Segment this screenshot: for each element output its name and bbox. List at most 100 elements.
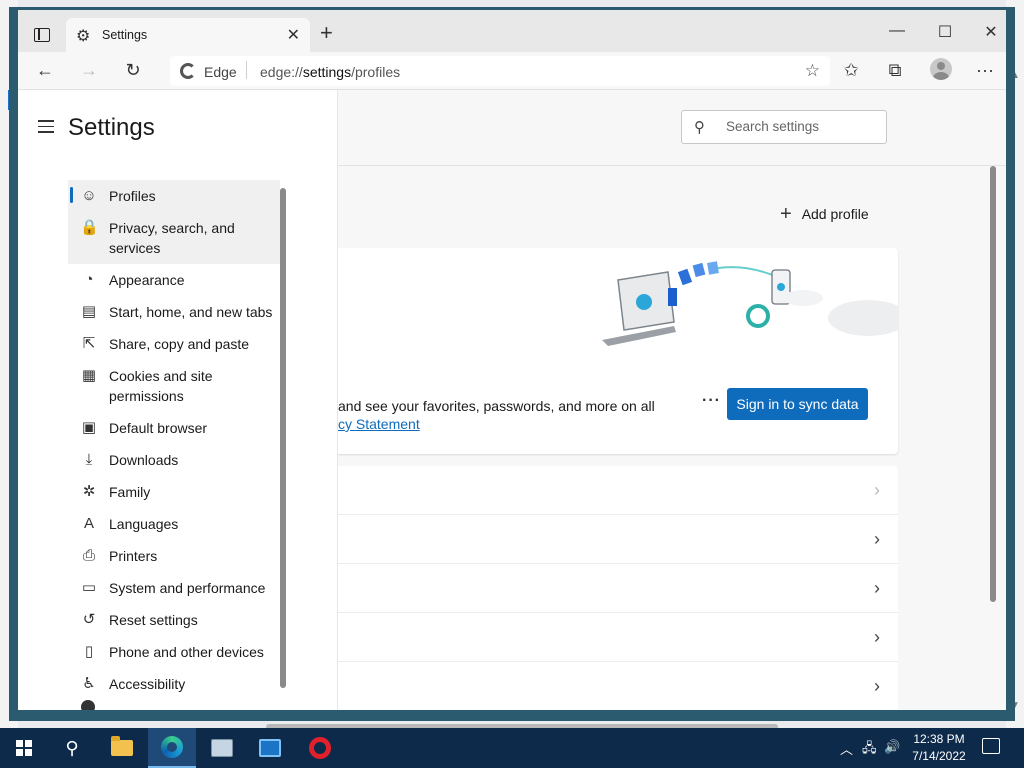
plus-icon: + [780,203,792,225]
minimize-button[interactable]: — [882,22,912,40]
edge-logo-icon [180,63,196,79]
close-tab-icon[interactable]: ✕ [287,25,300,45]
share-icon: ⇱ [82,335,96,352]
taskbar-app[interactable] [198,728,246,768]
sidebar-item-start-home-and-new-tabs[interactable]: ▤ Start, home, and new tabs [68,296,280,328]
sidebar-item-label: Downloads [109,452,179,468]
sidebar-item-label: Privacy, search, and services [109,220,235,256]
sidebar-item-profiles[interactable]: ☺ Profiles [68,180,280,212]
reset-icon: ↺ [82,611,96,628]
maximize-button[interactable]: ☐ [930,22,960,42]
cards-illustration [668,261,781,306]
sidebar-item-cookies-and-site-permissions[interactable]: ▦ Cookies and site permissions [68,360,280,412]
search-icon: ⚲ [694,119,705,136]
sidebar-item-downloads[interactable]: ⤓ Downloads [68,444,280,476]
add-profile-label: Add profile [801,206,869,222]
tab-settings[interactable]: ⚙ Settings ✕ [66,18,310,52]
taskbar-opera[interactable] [296,728,344,768]
more-options-icon[interactable]: ··· [972,60,998,80]
add-profile-button[interactable]: + Add profile [780,203,869,225]
sync-illustration [602,261,898,346]
main-header: ⚲ [338,90,1006,166]
settings-row[interactable]: › [338,466,898,515]
settings-row[interactable]: › [338,662,898,710]
taskbar-file-explorer[interactable] [98,728,146,768]
sidebar-item-family[interactable]: ✲ Family [68,476,280,508]
more-actions-button[interactable]: ··· [702,392,721,410]
partial-item-icon [81,700,95,710]
home-tabs-icon: ▤ [81,303,97,320]
sidebar-item-label: Cookies and site permissions [109,368,213,404]
laptop-illustration [602,271,676,346]
chevron-right-icon: › [874,529,880,549]
printer-icon: ⎙ [82,547,95,564]
address-bar[interactable]: Edge edge://settings/profiles ☆ [170,56,830,86]
profile-icon: ☺ [81,187,97,204]
start-button[interactable] [0,728,48,768]
menu-icon[interactable] [38,120,54,137]
sidebar-item-default-browser[interactable]: ▣ Default browser [68,412,280,444]
sidebar-item-label: Accessibility [109,676,186,692]
sidebar-item-label: Languages [109,516,179,532]
favorites-icon[interactable]: ✩ [838,60,864,80]
edge-icon [161,736,183,758]
sidebar-item-appearance[interactable]: ◔ Appearance [68,264,280,296]
languages-icon: A [83,515,94,532]
settings-row[interactable]: › [338,515,898,564]
close-window-button[interactable]: ✕ [976,22,1006,42]
url-text[interactable]: edge://settings/profiles [260,64,400,80]
settings-row[interactable]: › [338,613,898,662]
opera-icon [309,737,331,759]
notification-icon[interactable] [982,738,1000,754]
search-settings-box[interactable]: ⚲ [681,110,887,144]
lock-icon: 🔒 [80,219,99,236]
tab-actions-icon[interactable] [34,28,50,42]
sign-in-sync-button[interactable]: Sign in to sync data [727,388,868,420]
clock[interactable]: 12:38 PM 7/14/2022 [906,731,972,765]
sidebar-scrollbar[interactable] [280,188,286,688]
search-icon: ⚲ [65,737,79,758]
taskbar-search-button[interactable]: ⚲ [48,728,96,768]
taskbar: ⚲ ︿ 🖧 🔊 12:38 PM 7/14/2022 [0,728,1024,768]
profile-avatar[interactable] [930,58,952,80]
profile-card: and see your favorites, passwords, and m… [338,248,898,454]
sidebar-item-label: Reset settings [109,612,198,628]
sidebar-item-share-copy-and-paste[interactable]: ⇱ Share, copy and paste [68,328,280,360]
settings-content: ⚲ + Add profile [18,90,1006,710]
palette-icon: ◔ [84,271,94,288]
volume-icon[interactable]: 🔊 [884,739,900,755]
network-icon[interactable]: 🖧 [862,739,877,761]
show-hidden-icons-icon[interactable]: ︿ [840,739,853,758]
main-scrollbar-thumb[interactable] [990,166,996,602]
settings-sidebar: Settings ☺ Profiles 🔒 Privacy, search, and … [18,90,338,710]
sidebar-item-system-and-performance[interactable]: ▭ System and performance [68,572,280,604]
privacy-statement-link[interactable]: cy Statement [338,416,420,432]
forward-icon[interactable]: → [76,60,102,80]
browser-icon: ▣ [81,419,97,436]
refresh-icon[interactable]: ↻ [120,60,146,80]
download-icon: ⤓ [85,451,93,468]
system-icon: ▭ [81,579,97,596]
sidebar-item-privacy-search-and-services[interactable]: 🔒 Privacy, search, and services [68,212,280,264]
sidebar-item-phone-and-other-devices[interactable]: ▯ Phone and other devices [68,636,280,668]
back-icon[interactable]: ← [32,60,58,80]
new-tab-icon[interactable]: + [320,22,333,44]
collections-icon[interactable]: ⧉ [882,60,908,80]
folder-icon [111,736,133,756]
app-icon [211,739,233,757]
browser-window: ⚙ Settings ✕ + — ☐ ✕ ← → ↻ Edge edge://s… [10,8,1014,730]
sidebar-item-accessibility[interactable]: ♿ Accessibility [68,668,280,700]
taskbar-edge[interactable] [148,728,196,768]
taskbar-monitor-app[interactable] [246,728,294,768]
sidebar-item-languages[interactable]: A Languages [68,508,280,540]
sidebar-item-label: Share, copy and paste [109,336,250,352]
search-input[interactable] [726,119,876,134]
sidebar-item-reset-settings[interactable]: ↺ Reset settings [68,604,280,636]
edge-swirl-illustration [746,304,770,328]
sidebar-item-printers[interactable]: ⎙ Printers [68,540,280,572]
sidebar-item-label: Appearance [109,272,185,288]
chevron-right-icon: › [874,578,880,598]
settings-row[interactable]: › [338,564,898,613]
windows-logo-icon [16,740,32,756]
add-favorite-icon[interactable]: ☆ [805,61,820,81]
